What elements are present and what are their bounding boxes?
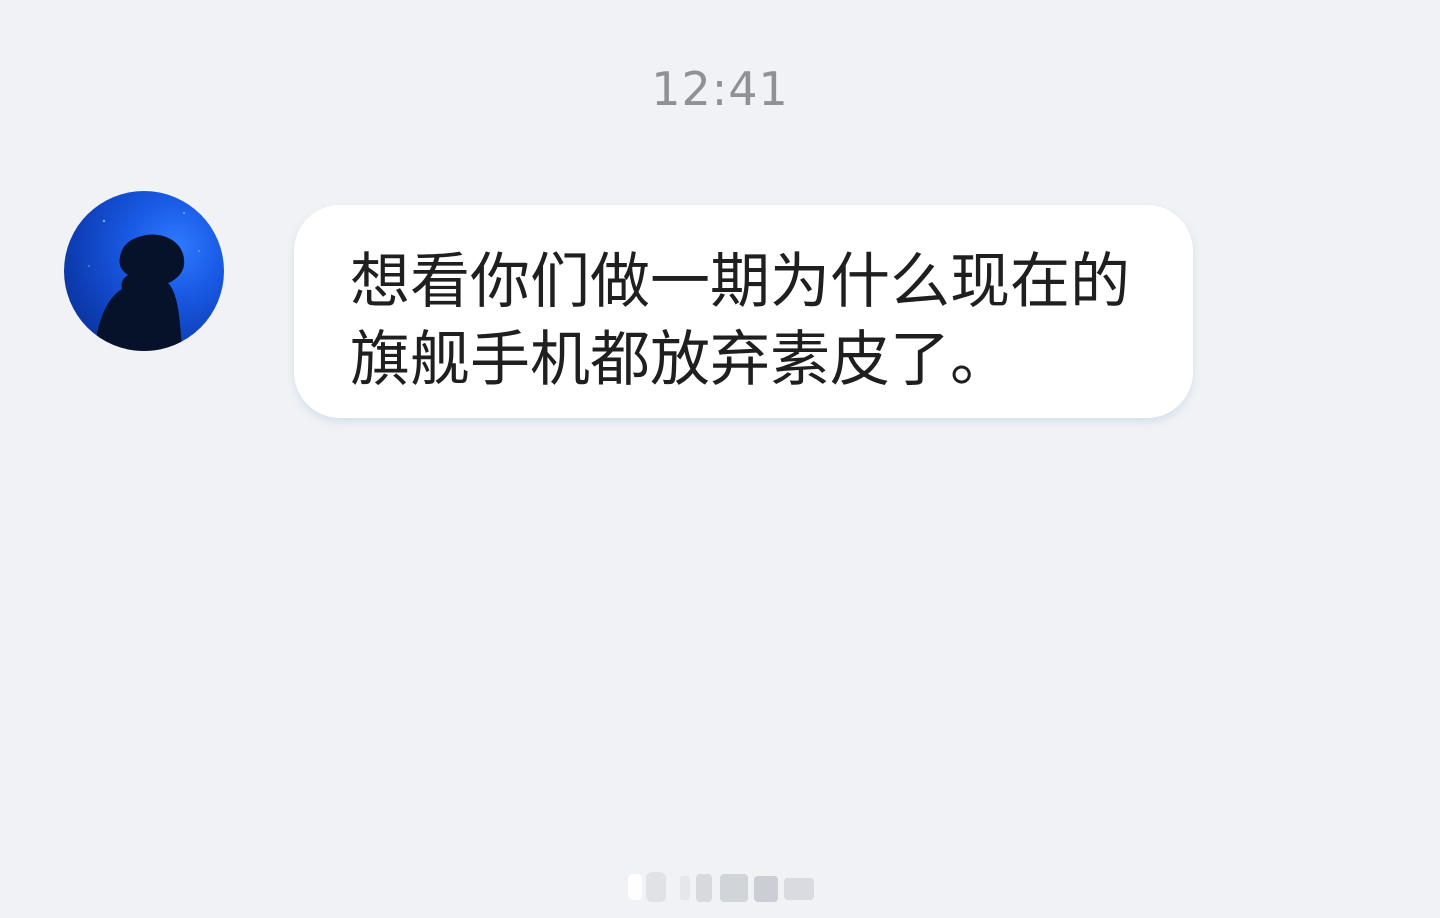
silhouette-avatar-icon: [88, 212, 200, 351]
message-timestamp: 12:41: [651, 62, 789, 116]
blurred-watermark: [624, 868, 824, 904]
message-text: 想看你们做一期为什么现在的旗舰手机都放弃素皮了。: [350, 247, 1130, 395]
message-bubble[interactable]: 想看你们做一期为什么现在的旗舰手机都放弃素皮了。: [294, 205, 1193, 418]
sender-avatar[interactable]: [64, 191, 224, 351]
